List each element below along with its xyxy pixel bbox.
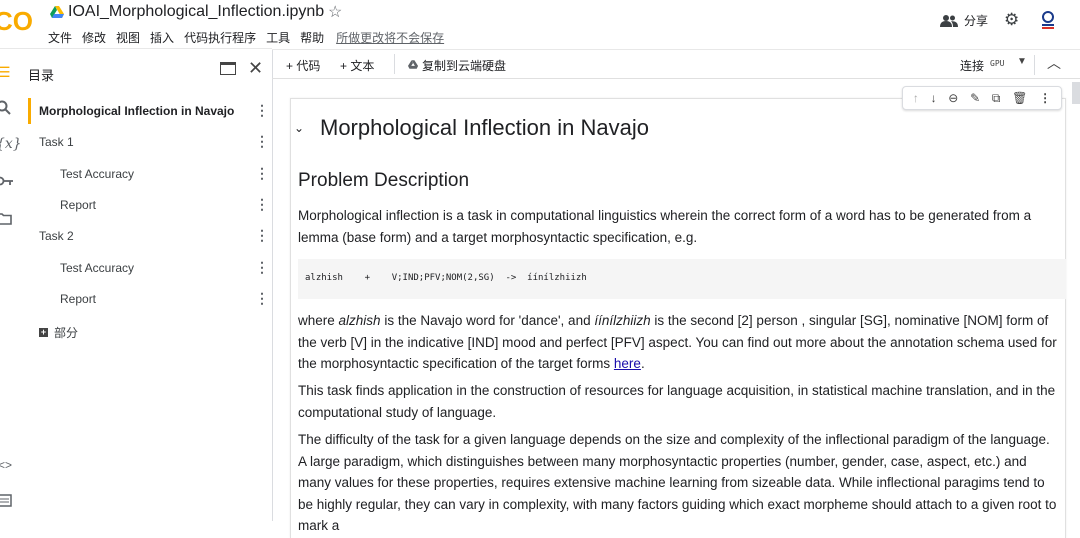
text: is the Navajo word for 'dance', and — [380, 313, 595, 328]
open-in-tab-icon[interactable] — [220, 62, 236, 75]
menu-help[interactable]: 帮助 — [300, 29, 324, 46]
connect-button[interactable]: 连接 — [960, 57, 984, 74]
scrollbar[interactable] — [1070, 80, 1080, 521]
menu-view[interactable]: 视图 — [116, 29, 140, 46]
toc-item-task1[interactable]: Task 1 — [39, 135, 74, 149]
toc-icon[interactable]: ☰ — [0, 64, 11, 81]
toc-header: 目录 — [28, 68, 55, 83]
copy-to-drive-button[interactable]: 复制到云端硬盘 — [422, 57, 506, 74]
more-vert-icon[interactable]: ⋮ — [255, 228, 269, 242]
toc-item-test-accuracy-1[interactable]: Test Accuracy — [60, 167, 134, 181]
close-icon[interactable]: ✕ — [248, 58, 263, 79]
toc-item-test-accuracy-2[interactable]: Test Accuracy — [60, 261, 134, 275]
unsaved-notice[interactable]: 所做更改将不会保存 — [336, 29, 444, 46]
add-section-label: 部分 — [54, 326, 79, 340]
code-example: alzhish + V;IND;PFV;NOM(2,SG) -> íínílzh… — [298, 259, 1066, 299]
more-vert-icon[interactable]: ⋮ — [255, 291, 269, 305]
gear-icon[interactable]: ⚙ — [1004, 10, 1019, 30]
move-up-icon[interactable]: ↑ — [913, 91, 919, 105]
menu-runtime[interactable]: 代码执行程序 — [184, 29, 256, 46]
menu-file[interactable]: 文件 — [48, 29, 72, 46]
key-icon[interactable] — [0, 176, 14, 186]
share-label: 分享 — [964, 14, 989, 28]
share-button[interactable]: 分享 — [940, 12, 988, 29]
menu-bar: 文件 修改 视图 插入 代码执行程序 工具 帮助 所做更改将不会保存 — [48, 29, 454, 46]
mirror-cell-icon[interactable]: ⧉ — [992, 91, 1001, 106]
paragraph-example-explanation: where alzhish is the Navajo word for 'da… — [298, 310, 1058, 375]
star-icon[interactable]: ☆ — [328, 2, 342, 22]
toc-item-navajo[interactable]: Morphological Inflection in Navajo — [39, 104, 234, 118]
paragraph-applications: This task finds application in the const… — [298, 383, 1056, 420]
add-section-button[interactable]: + 部分 — [39, 324, 78, 341]
runtime-type: GPU — [990, 59, 1005, 68]
notebook-toolbar: + 代码 + 文本 复制到云端硬盘 连接 GPU ▼ ︿ — [272, 49, 1080, 79]
top-separator — [0, 48, 272, 49]
add-text-button[interactable]: + 文本 — [340, 57, 374, 74]
collapse-chevron-icon[interactable]: ⌄ — [294, 121, 304, 135]
text: . — [640, 356, 645, 371]
delete-icon[interactable]: 🗑 — [1012, 91, 1027, 105]
edit-icon[interactable]: ✎ — [970, 91, 980, 105]
terminal-icon[interactable] — [0, 494, 12, 507]
here-link[interactable]: here — [614, 356, 641, 371]
search-icon[interactable] — [0, 100, 12, 116]
svg-text:CO: CO — [0, 6, 33, 34]
scrollbar-thumb[interactable] — [1072, 82, 1080, 104]
more-vert-icon[interactable]: ⋮ — [255, 103, 269, 117]
chevron-up-icon[interactable]: ︿ — [1047, 53, 1061, 73]
people-icon — [940, 14, 958, 27]
menu-insert[interactable]: 插入 — [150, 29, 174, 46]
more-vert-icon[interactable]: ⋮ — [255, 260, 269, 274]
toc-item-report-1[interactable]: Report — [60, 198, 96, 212]
notebook-title[interactable]: IOAI_Morphological_Inflection.ipynb — [68, 3, 324, 21]
menu-tools[interactable]: 工具 — [266, 29, 290, 46]
term-inilzhiizh: íínílzhiizh — [594, 313, 651, 328]
more-vert-icon[interactable]: ⋮ — [255, 166, 269, 180]
sidebar-divider — [272, 49, 273, 521]
top-bar: CO IOAI_Morphological_Inflection.ipynb ☆… — [0, 0, 1080, 48]
link-icon[interactable]: ⊖ — [948, 91, 958, 105]
toolbar-divider — [394, 54, 395, 74]
toc-item-task2[interactable]: Task 2 — [39, 229, 74, 243]
more-vert-icon[interactable]: ⋮ — [255, 134, 269, 148]
more-vert-icon[interactable]: ⋮ — [1039, 91, 1051, 105]
active-section-marker — [28, 98, 31, 124]
folder-icon[interactable] — [0, 212, 12, 225]
caret-down-icon[interactable]: ▼ — [1017, 56, 1027, 67]
cell-toolbar: ↑ ↓ ⊖ ✎ ⧉ 🗑 ⋮ — [902, 86, 1062, 110]
google-drive-icon[interactable] — [50, 6, 64, 18]
page-title: Morphological Inflection in Navajo — [320, 115, 649, 140]
section-heading: Problem Description — [298, 170, 470, 191]
move-down-icon[interactable]: ↓ — [931, 91, 937, 105]
plus-box-icon: + — [39, 327, 48, 337]
avatar[interactable] — [1038, 10, 1058, 30]
toc-item-report-2[interactable]: Report — [60, 292, 96, 306]
term-alzhish: alzhish — [338, 313, 381, 328]
paragraph-difficulty: The difficulty of the task for a given l… — [298, 432, 1057, 533]
code-snippets-icon[interactable]: <> — [0, 458, 12, 472]
drive-icon — [408, 60, 418, 69]
colab-logo[interactable]: CO — [0, 6, 38, 34]
variables-icon[interactable]: {x} — [0, 136, 22, 152]
add-code-button[interactable]: + 代码 — [286, 57, 320, 74]
paragraph-intro: Morphological inflection is a task in co… — [298, 208, 1032, 245]
more-vert-icon[interactable]: ⋮ — [255, 197, 269, 211]
toolbar-divider — [1034, 55, 1035, 75]
menu-edit[interactable]: 修改 — [82, 29, 106, 46]
text: where — [298, 313, 339, 328]
